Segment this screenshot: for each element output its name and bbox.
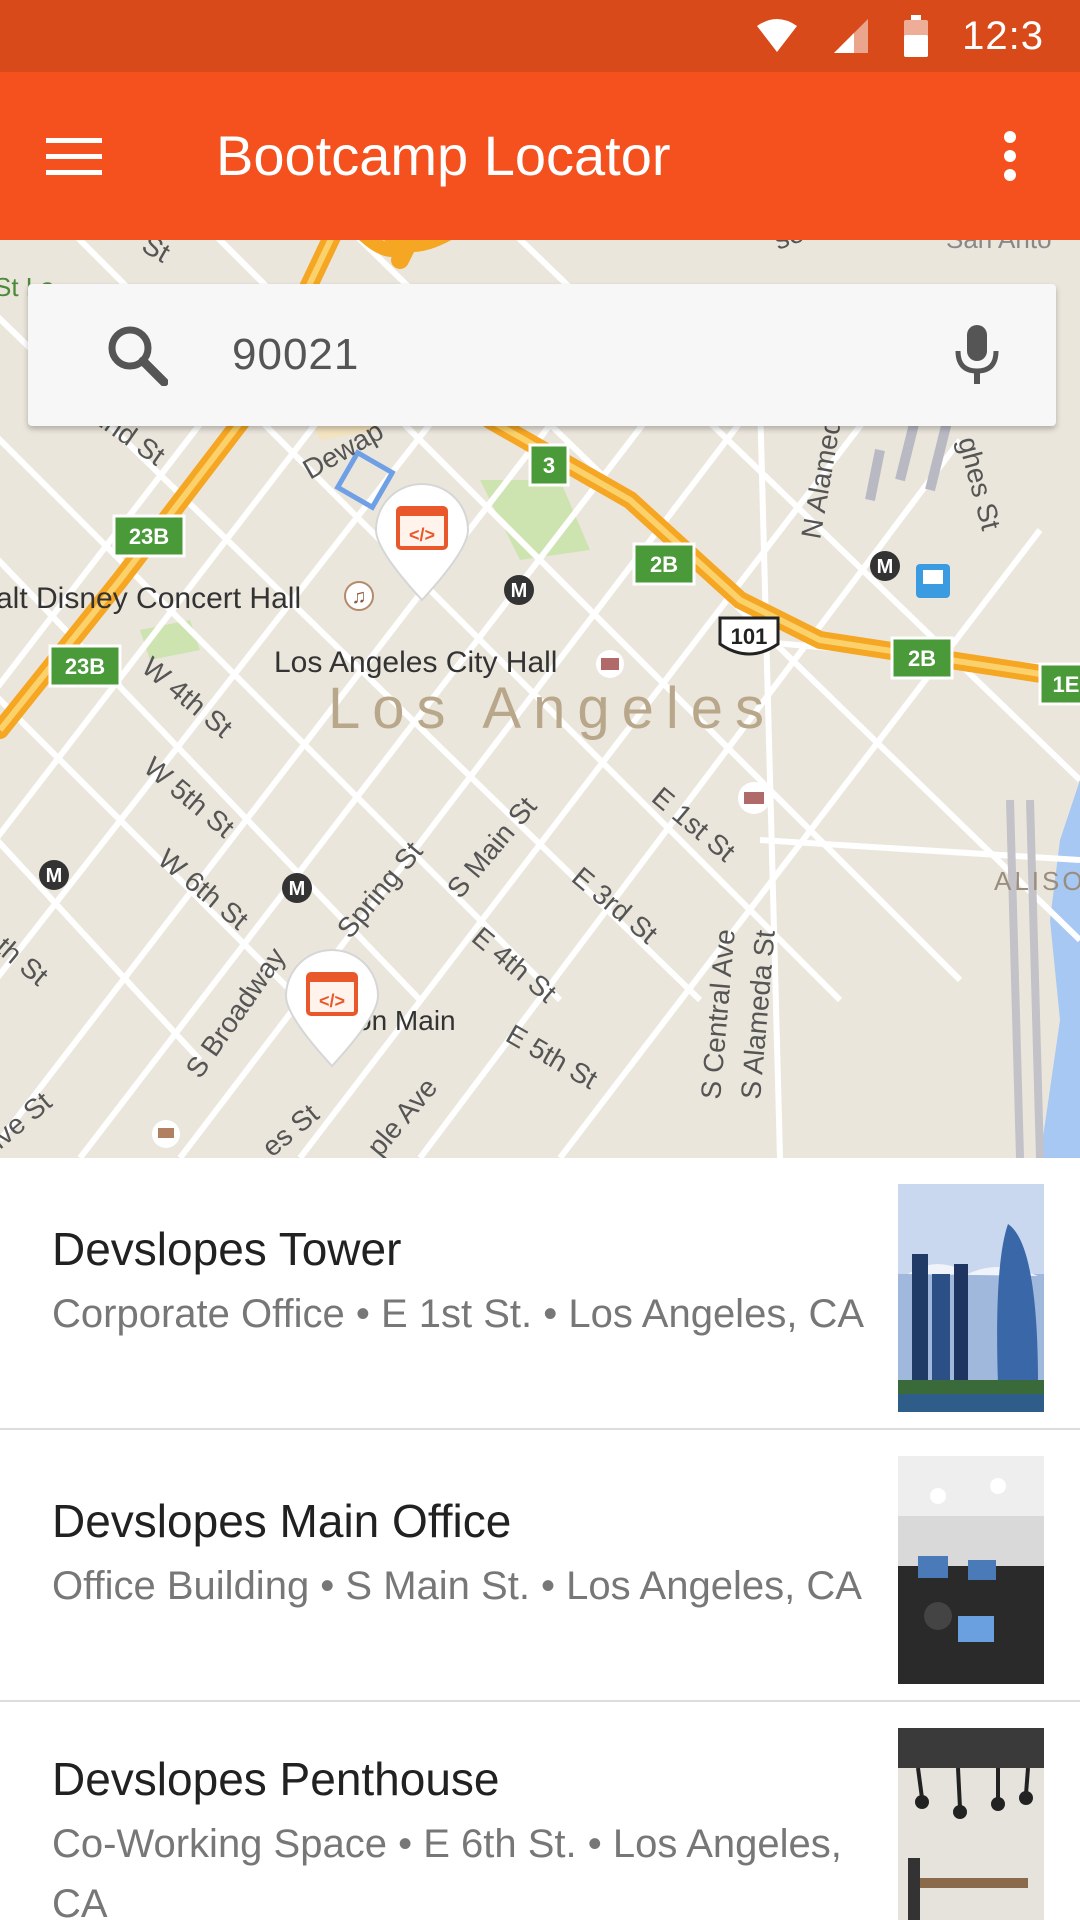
app-bar: Bootcamp Locator — [0, 72, 1080, 240]
map-label: Los Angeles City Hall — [274, 646, 557, 679]
svg-text:M: M — [877, 556, 894, 578]
more-options-button[interactable] — [970, 116, 1050, 196]
list-item[interactable]: Devslopes Main Office Office Building • … — [0, 1430, 1080, 1702]
item-name: Devslopes Penthouse — [52, 1753, 500, 1805]
svg-text:2B: 2B — [908, 646, 936, 671]
battery-icon — [904, 15, 929, 57]
svg-text:M: M — [289, 878, 306, 900]
wifi-icon — [757, 19, 798, 52]
bus-icon — [916, 564, 950, 598]
highway-shield: 2B — [632, 542, 696, 586]
hamburger-icon — [46, 138, 102, 175]
svg-text:</>: </> — [409, 525, 435, 545]
civic-building-icon — [738, 782, 770, 814]
map-label: ALISO — [994, 866, 1080, 896]
signal-icon — [834, 19, 869, 53]
highway-shield: 2B — [890, 636, 954, 680]
item-name: Devslopes Main Office — [52, 1495, 512, 1547]
highway-shield: 23B — [112, 514, 186, 558]
item-thumbnail — [898, 1456, 1044, 1684]
svg-text:M: M — [511, 580, 528, 602]
svg-text:3: 3 — [543, 453, 555, 478]
status-icons: 12:3 — [756, 0, 1044, 72]
svg-text:101: 101 — [731, 624, 768, 649]
item-name: Devslopes Tower — [52, 1223, 402, 1275]
svg-text:23B: 23B — [129, 524, 169, 549]
more-vert-icon — [1004, 131, 1016, 181]
svg-text:1E: 1E — [1053, 672, 1080, 697]
code-pin-icon: </> — [396, 506, 448, 550]
status-bar: 12:3 — [0, 0, 1080, 72]
city-label: Los Angeles — [328, 676, 776, 741]
metro-icon: M — [504, 575, 534, 605]
metro-icon: M — [39, 860, 69, 890]
map-label: San Anto — [946, 240, 1052, 254]
item-description: Corporate Office • E 1st St. • Los Angel… — [52, 1292, 865, 1336]
page-title: Bootcamp Locator — [216, 124, 671, 187]
civic-building-icon — [596, 650, 624, 678]
highway-shield: 1E — [1038, 662, 1080, 706]
search-input[interactable] — [204, 310, 944, 400]
voice-search-button[interactable] — [942, 320, 1012, 390]
status-time: 12:3 — [962, 13, 1044, 58]
search-bar — [28, 284, 1056, 426]
search-icon[interactable] — [106, 324, 168, 386]
menu-button[interactable] — [34, 116, 114, 196]
svg-text:M: M — [46, 865, 63, 887]
highway-shield: 23B — [48, 644, 122, 688]
metro-icon: M — [870, 551, 900, 581]
item-description: Co-Working Space • E 6th St. • Los Angel… — [52, 1822, 842, 1920]
list-item[interactable]: Devslopes Tower Corporate Office • E 1st… — [0, 1158, 1080, 1430]
code-pin-icon: </> — [306, 972, 358, 1016]
map-label: alt Disney Concert Hall — [0, 582, 301, 615]
us-shield: 101 — [718, 616, 780, 656]
list-item[interactable]: Devslopes Penthouse Co-Working Space • E… — [0, 1702, 1080, 1920]
place-icon — [152, 1120, 180, 1148]
svg-text:</>: </> — [319, 991, 345, 1011]
item-thumbnail — [898, 1184, 1044, 1412]
metro-icon: M — [282, 873, 312, 903]
music-icon: ♫ — [344, 581, 374, 611]
results-list: Devslopes Tower Corporate Office • E 1st… — [0, 1158, 1080, 1920]
highway-shield: 3 — [528, 443, 570, 487]
svg-text:2B: 2B — [650, 552, 678, 577]
item-description: Office Building • S Main St. • Los Angel… — [52, 1564, 862, 1608]
svg-text:23B: 23B — [65, 654, 105, 679]
svg-text:♫: ♫ — [352, 586, 367, 608]
item-thumbnail — [898, 1728, 1044, 1920]
mic-icon — [955, 325, 999, 384]
